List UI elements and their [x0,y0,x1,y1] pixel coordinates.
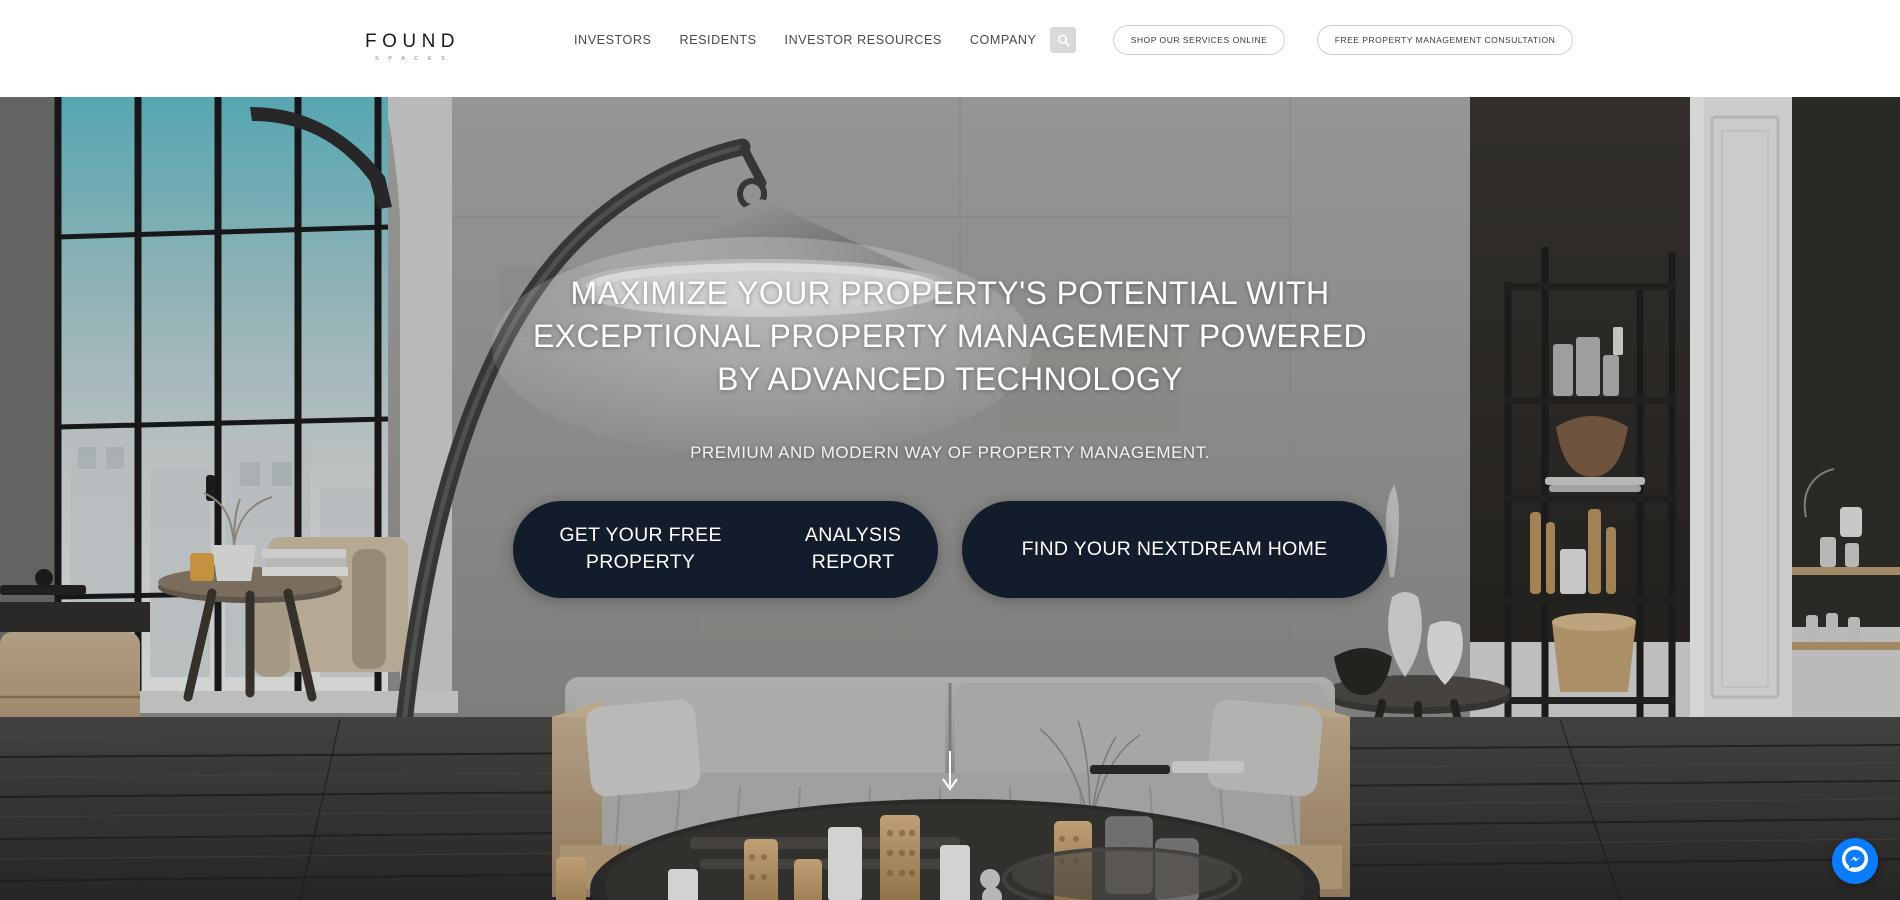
hero-subheadline: PREMIUM AND MODERN WAY OF PROPERTY MANAG… [690,442,1210,462]
search-icon [1056,33,1071,48]
scroll-down-button[interactable] [941,750,959,797]
messenger-icon [1841,845,1869,878]
logo-tagline: S P A C E S [375,56,449,62]
nav-item-investors[interactable]: INVESTORS [574,33,652,47]
hero-cta-group: GET YOUR FREE PROPERTY ANALYSIS REPORT F… [0,500,1900,598]
cta-primary-line-2: ANALYSIS REPORT [804,524,902,574]
hero-headline-line-3: BY ADVANCED TECHNOLOGY [717,360,1183,397]
main-navigation: INVESTORS RESIDENTS INVESTOR RESOURCES C… [574,33,1036,47]
free-consultation-button[interactable]: FREE PROPERTY MANAGEMENT CONSULTATION [1317,25,1573,55]
hero-section: MAXIMIZE YOUR PROPERTY'S POTENTIAL WITH … [0,97,1900,900]
hero-content: MAXIMIZE YOUR PROPERTY'S POTENTIAL WITH … [0,272,1900,598]
hero-headline-line-1: MAXIMIZE YOUR PROPERTY'S POTENTIAL WITH [570,275,1330,311]
cta-secondary-line-2: DREAM HOME [1190,537,1328,560]
get-free-property-analysis-button[interactable]: GET YOUR FREE PROPERTY ANALYSIS REPORT [513,500,938,598]
nav-item-company[interactable]: COMPANY [970,33,1037,47]
messenger-chat-button[interactable] [1832,838,1878,884]
nav-item-residents[interactable]: RESIDENTS [680,33,757,47]
cta-primary-line-1: GET YOUR FREE PROPERTY [559,524,722,574]
site-logo[interactable]: FOUND S P A C E S [360,24,460,70]
hero-headline-line-2: EXCEPTIONAL PROPERTY MANAGEMENT POWERED [532,317,1368,354]
shop-services-button[interactable]: SHOP OUR SERVICES ONLINE [1113,25,1285,55]
arrow-down-icon [941,751,959,796]
site-header: FOUND S P A C E S INVESTORS RESIDENTS IN… [0,0,1900,97]
search-button[interactable] [1050,27,1076,53]
find-dream-home-button[interactable]: FIND YOUR NEXT DREAM HOME [962,500,1387,598]
hero-headline: MAXIMIZE YOUR PROPERTY'S POTENTIAL WITH … [500,272,1400,401]
logo-wordmark: FOUND [364,31,461,52]
nav-item-investor-resources[interactable]: INVESTOR RESOURCES [785,33,942,47]
cta-secondary-line-1: FIND YOUR NEXT [1021,537,1191,560]
